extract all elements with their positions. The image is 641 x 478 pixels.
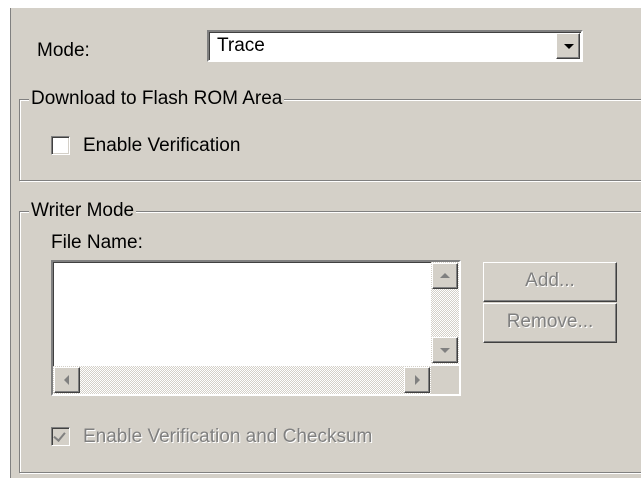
scrollbar-corner	[431, 366, 459, 394]
checksum-checkbox[interactable]	[51, 427, 70, 446]
download-flash-group-title: Download to Flash ROM Area	[29, 88, 285, 110]
scroll-up-button[interactable]	[432, 263, 458, 289]
settings-panel: Mode: Trace Download to Flash ROM Area E…	[10, 8, 641, 478]
file-name-list[interactable]	[51, 260, 461, 396]
arrow-down-icon	[440, 348, 450, 353]
scroll-right-button[interactable]	[404, 367, 430, 393]
checkmark-icon	[53, 429, 66, 442]
remove-button[interactable]: Remove...	[483, 303, 617, 343]
horizontal-scrollbar[interactable]	[53, 366, 431, 394]
enable-verification-checkbox[interactable]	[51, 136, 70, 155]
writer-mode-group-title: Writer Mode	[29, 200, 137, 222]
file-name-label: File Name:	[51, 232, 143, 253]
mode-dropdown-button[interactable]	[556, 33, 580, 59]
scroll-left-button[interactable]	[54, 367, 80, 393]
mode-select[interactable]: Trace	[207, 30, 583, 62]
scroll-down-button[interactable]	[432, 337, 458, 363]
vertical-scrollbar[interactable]	[431, 262, 459, 364]
enable-verification-label: Enable Verification	[83, 135, 241, 156]
mode-label: Mode:	[37, 40, 90, 61]
add-button[interactable]: Add...	[483, 262, 617, 302]
arrow-right-icon	[415, 375, 420, 385]
mode-select-value: Trace	[217, 35, 265, 56]
chevron-down-icon	[564, 44, 574, 49]
arrow-up-icon	[440, 273, 450, 278]
checksum-label: Enable Verification and Checksum	[83, 426, 373, 447]
arrow-left-icon	[64, 375, 69, 385]
